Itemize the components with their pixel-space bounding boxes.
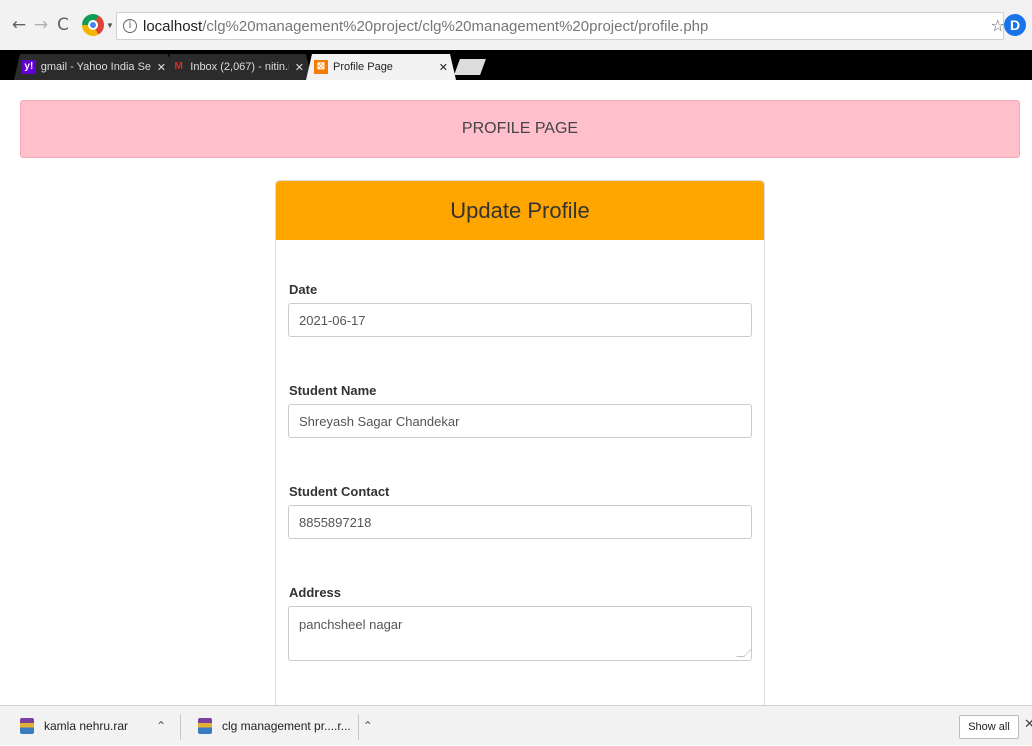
tab-yahoo[interactable]: y! gmail - Yahoo India Sear ✕ [14,54,174,80]
address-value: panchsheel nagar [299,617,403,632]
student-name-label: Student Name [289,383,377,398]
date-label: Date [289,282,318,297]
new-tab-button[interactable] [454,59,486,75]
student-contact-field[interactable]: 8855897218 [288,505,752,539]
url-host: localhost [143,17,203,35]
page-title: PROFILE PAGE [461,120,579,137]
card-header: Update Profile [276,181,764,240]
student-name-field[interactable]: Shreyash Sagar Chandekar [288,404,752,438]
address-bar[interactable]: i localhost /clg%20management%20project/… [116,12,1005,40]
chrome-logo-icon[interactable] [82,14,104,36]
chevron-up-icon[interactable]: ⌃ [363,719,373,733]
site-info-icon[interactable]: i [123,19,137,33]
rar-archive-icon [198,718,212,734]
rar-archive-icon [20,718,34,734]
tab-title: gmail - Yahoo India Sear [40,61,151,73]
forward-arrow-icon[interactable]: → [30,14,52,36]
card-title: Update Profile [450,197,590,223]
close-tab-icon[interactable]: ✕ [433,61,448,74]
url-path: /clg%20management%20project/clg%20manage… [202,17,709,35]
download-bar: kamla nehru.rar ⌃ clg management pr....r… [0,705,1032,745]
back-arrow-icon[interactable]: ← [8,14,30,36]
date-field[interactable]: 2021-06-17 [288,303,752,337]
update-profile-card: Update Profile Date 2021-06-17 Student N… [275,180,765,705]
gmail-favicon-icon: M [174,61,183,72]
download-item[interactable]: clg management pr....r... ⌃ [198,706,373,746]
bookmark-star-icon[interactable]: ☆ [991,16,1005,35]
divider [358,714,359,740]
reload-icon[interactable]: C [52,14,74,36]
tab-title: Inbox (2,067) - nitin.rusia [190,61,289,73]
chevron-up-icon[interactable]: ⌃ [156,719,166,733]
page-banner: PROFILE PAGE [20,100,1020,158]
chrome-menu-caret-icon[interactable]: ▼ [106,21,114,30]
close-tab-icon[interactable]: ✕ [151,61,166,74]
close-icon[interactable]: ✕ [1024,717,1032,732]
tab-profile-page[interactable]: ⊠ Profile Page ✕ [306,54,456,80]
yahoo-favicon-icon: y! [22,60,36,74]
tab-title: Profile Page [333,61,393,73]
download-filename: kamla nehru.rar [44,719,129,733]
resize-grip-icon[interactable] [736,649,752,657]
tab-gmail[interactable]: M Inbox (2,067) - nitin.rusia ✕ [164,54,312,80]
student-contact-label: Student Contact [289,484,390,499]
download-item[interactable]: kamla nehru.rar ⌃ [20,706,166,746]
xampp-favicon-icon: ⊠ [314,60,328,74]
close-tab-icon[interactable]: ✕ [289,61,304,74]
page-content: PROFILE PAGE Update Profile Date 2021-06… [0,80,1032,705]
divider [180,714,181,740]
extension-icon[interactable]: D [1004,14,1026,36]
browser-toolbar: ← → C ▼ i localhost /clg%20management%20… [0,0,1032,50]
address-field[interactable]: panchsheel nagar [288,606,752,661]
show-all-button[interactable]: Show all [959,715,1019,739]
tab-strip: y! gmail - Yahoo India Sear ✕ M Inbox (2… [0,50,1032,80]
download-filename: clg management pr....r... [222,719,351,733]
address-label: Address [289,585,342,600]
